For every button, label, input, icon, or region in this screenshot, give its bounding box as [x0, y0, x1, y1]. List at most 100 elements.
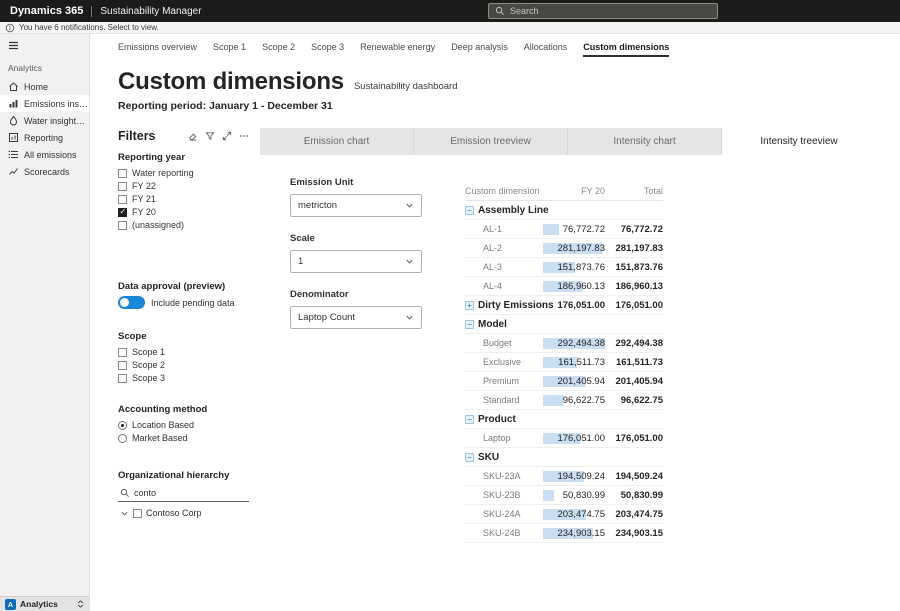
matrix-row-total: 176,051.00 [605, 433, 663, 444]
page-tab[interactable]: Renewable energy [360, 34, 435, 60]
hamburger-button[interactable] [0, 34, 89, 56]
sidebar-item-emissions-insights[interactable]: Emissions insights [0, 95, 89, 112]
collapse-icon[interactable]: − [465, 320, 474, 329]
expand-icon[interactable]: + [465, 301, 474, 310]
page-tab[interactable]: Scope 2 [262, 34, 295, 60]
tree-item-label: Contoso Corp [146, 508, 202, 518]
dropdown[interactable]: Laptop Count [290, 306, 422, 329]
checkbox-row[interactable]: Scope 1 [118, 346, 249, 358]
matrix-data-row[interactable]: Laptop176,051.00176,051.00 [465, 429, 663, 448]
radio-row[interactable]: Location Based [118, 419, 249, 431]
sidebar-item-label: Water insights (previ... [24, 116, 89, 126]
checkbox-icon[interactable] [118, 348, 127, 357]
matrix-row-label: Premium [465, 376, 543, 386]
matrix-data-row[interactable]: SKU-23B50,830.9950,830.99 [465, 486, 663, 505]
checkbox-row[interactable]: Water reporting [118, 167, 249, 179]
matrix-data-row[interactable]: AL-176,772.7276,772.72 [465, 220, 663, 239]
matrix-data-row[interactable]: Premium201,405.94201,405.94 [465, 372, 663, 391]
checkbox-icon[interactable] [118, 169, 127, 178]
notification-bar[interactable]: You have 6 notifications. Select to view… [0, 22, 900, 34]
matrix-data-row[interactable]: AL-3151,873.76151,873.76 [465, 258, 663, 277]
global-search[interactable] [488, 3, 718, 19]
sidebar-item-scorecards[interactable]: Scorecards [0, 163, 89, 180]
collapse-icon[interactable]: − [465, 453, 474, 462]
page-tab-label: Emissions overview [118, 42, 197, 52]
page-tab[interactable]: Scope 3 [311, 34, 344, 60]
matrix-group-row: −Assembly Line [465, 201, 663, 220]
checkbox-icon[interactable] [118, 208, 127, 217]
org-search[interactable] [118, 485, 249, 502]
filter-funnel-icon[interactable] [205, 131, 215, 141]
dropdown[interactable]: metricton [290, 194, 422, 217]
area-switcher[interactable]: A Analytics [0, 596, 89, 611]
collapse-icon[interactable]: − [465, 415, 474, 424]
page-tab-label: Deep analysis [451, 42, 508, 52]
checkbox-icon[interactable] [118, 195, 127, 204]
org-tree-item[interactable]: Contoso Corp [118, 508, 249, 518]
page-tab[interactable]: Deep analysis [451, 34, 508, 60]
radio-row[interactable]: Market Based [118, 432, 249, 444]
matrix-group-label-cell: −Product [465, 414, 543, 425]
page-tab[interactable]: Scope 1 [213, 34, 246, 60]
dropdown-label: Denominator [290, 289, 422, 300]
dropdown-label: Emission Unit [290, 177, 422, 188]
app-name[interactable]: Sustainability Manager [100, 6, 201, 17]
toggle-switch[interactable] [118, 296, 145, 309]
filters-toolbar [188, 131, 249, 141]
visual-tab[interactable]: Intensity chart [568, 128, 722, 155]
matrix-data-row[interactable]: AL-4186,960.13186,960.13 [465, 277, 663, 296]
sidebar-item-home[interactable]: Home [0, 78, 89, 95]
matrix-data-row[interactable]: Standard96,622.7596,622.75 [465, 391, 663, 410]
matrix-row-label: AL-2 [465, 243, 543, 253]
matrix-row-fy20: 194,509.24 [543, 471, 605, 482]
matrix-data-row[interactable]: Exclusive161,511.73161,511.73 [465, 353, 663, 372]
page-tab[interactable]: Allocations [524, 34, 568, 60]
page-title: Custom dimensions [118, 68, 344, 96]
radio-icon[interactable] [118, 421, 127, 430]
sidebar-item-reporting[interactable]: Reporting [0, 129, 89, 146]
checkbox-row[interactable]: FY 22 [118, 180, 249, 192]
page-tab[interactable]: Emissions overview [118, 34, 197, 60]
matrix-row-total: 292,494.38 [605, 338, 663, 349]
main-content: Emissions overview Scope 1 Scope 2 Scope… [90, 34, 900, 611]
sidebar-item-water-insights[interactable]: Water insights (previ... [0, 112, 89, 129]
matrix-group-label-cell: −Assembly Line [465, 205, 543, 216]
checkbox-row[interactable]: (unassigned) [118, 219, 249, 231]
visual-tab[interactable]: Emission treeview [414, 128, 568, 155]
dropdown[interactable]: 1 [290, 250, 422, 273]
radio-icon[interactable] [118, 434, 127, 443]
expand-pane-icon[interactable] [222, 131, 232, 141]
sidebar-item-all-emissions[interactable]: All emissions [0, 146, 89, 163]
checkbox-icon[interactable] [118, 221, 127, 230]
org-search-input[interactable] [134, 488, 249, 498]
matrix-data-row[interactable]: AL-2281,197.83281,197.83 [465, 239, 663, 258]
app-sidebar: Analytics Home Emissions insights Water … [0, 34, 90, 611]
collapse-icon[interactable]: − [465, 206, 474, 215]
clear-filters-icon[interactable] [188, 131, 198, 141]
visual-tab[interactable]: Emission chart [260, 128, 414, 155]
checkbox-row[interactable]: Scope 2 [118, 359, 249, 371]
page-subtitle: Sustainability dashboard [354, 81, 458, 92]
tree-checkbox-icon[interactable] [133, 509, 142, 518]
dynamics-logo[interactable]: Dynamics 365 [10, 5, 83, 17]
matrix-group-label-cell: −Model [465, 319, 543, 330]
matrix-data-row[interactable]: Budget292,494.38292,494.38 [465, 334, 663, 353]
page-tab[interactable]: Custom dimensions [583, 34, 669, 60]
matrix-data-row[interactable]: SKU-23A194,509.24194,509.24 [465, 467, 663, 486]
checkbox-icon[interactable] [118, 361, 127, 370]
global-search-input[interactable] [510, 6, 711, 16]
visual-tab[interactable]: Intensity treeview [722, 128, 876, 155]
matrix-data-row[interactable]: SKU-24A203,474.75203,474.75 [465, 505, 663, 524]
matrix-data-row[interactable]: SKU-24B234,903.15234,903.15 [465, 524, 663, 543]
matrix-group-name: SKU [478, 452, 499, 463]
checkbox-row[interactable]: Scope 3 [118, 372, 249, 384]
water-insights-icon [8, 115, 19, 126]
org-hierarchy-label: Organizational hierarchy [118, 470, 249, 481]
checkbox-icon[interactable] [118, 182, 127, 191]
checkbox-row[interactable]: FY 20 [118, 206, 249, 218]
sidebar-section-label: Analytics [0, 56, 89, 78]
sidebar-item-label: Home [24, 82, 48, 92]
checkbox-row[interactable]: FY 21 [118, 193, 249, 205]
more-options-icon[interactable] [239, 131, 249, 141]
checkbox-icon[interactable] [118, 374, 127, 383]
